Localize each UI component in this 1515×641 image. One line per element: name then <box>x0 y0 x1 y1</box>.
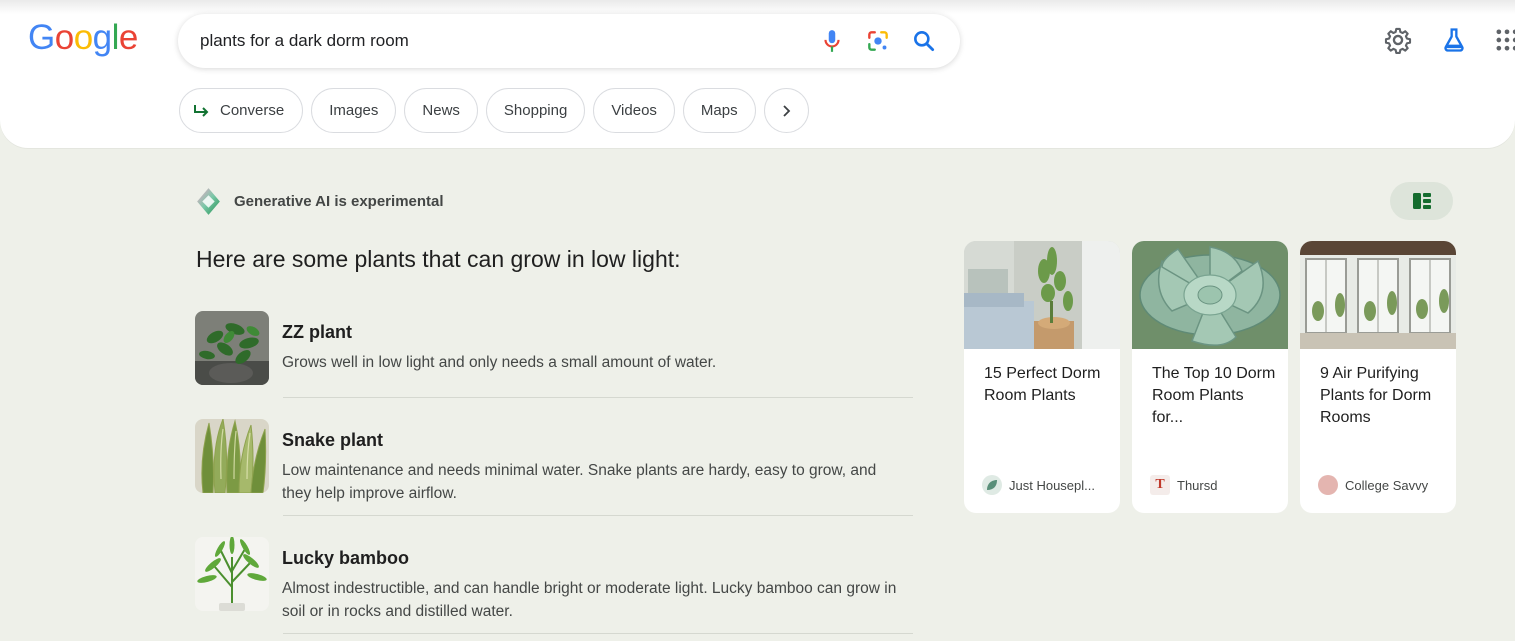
microphone-icon[interactable] <box>819 28 845 54</box>
thursd-favicon-icon: T <box>1150 475 1170 495</box>
chevron-right-icon <box>783 104 791 117</box>
plant-description: Almost indestructible, and can handle br… <box>282 580 897 620</box>
labs-flask-icon[interactable] <box>1440 26 1468 54</box>
ai-experimental-label: Generative AI is experimental <box>234 193 444 210</box>
divider <box>283 397 913 398</box>
plant-name: Lucky bamboo <box>282 548 410 568</box>
header-bar: Google plants for a dark dorm room Conve… <box>0 0 1515 148</box>
layout-toggle-icon <box>1412 193 1431 209</box>
lucky-bamboo-image <box>195 537 269 611</box>
dorm-room-image <box>964 241 1120 349</box>
logo-letter: G <box>28 18 55 57</box>
window-plants-image <box>1300 241 1456 349</box>
logo-letter: l <box>111 18 120 57</box>
layout-toggle-button[interactable] <box>1390 182 1453 220</box>
lens-icon[interactable] <box>865 28 891 54</box>
tab-label: Videos <box>611 102 657 119</box>
ai-experimental-banner: Generative AI is experimental <box>193 186 444 217</box>
search-icon[interactable] <box>911 28 937 54</box>
source-card[interactable]: 15 Perfect Dorm Room Plants Just Housepl… <box>964 241 1120 513</box>
tab-label: Maps <box>700 102 738 119</box>
card-source: College Savvy <box>1318 475 1428 495</box>
tab-news[interactable]: News <box>404 88 478 133</box>
search-input[interactable]: plants for a dark dorm room <box>200 31 409 51</box>
divider <box>283 633 913 634</box>
card-source-name: Thursd <box>1177 477 1218 493</box>
tab-videos[interactable]: Videos <box>593 88 675 133</box>
gear-icon[interactable] <box>1384 26 1412 54</box>
snake-plant-image <box>195 419 269 493</box>
tab-label: Converse <box>220 102 285 119</box>
plant-thumbnail[interactable] <box>195 311 269 385</box>
card-title: 9 Air Purifying Plants for Dorm Rooms <box>1320 365 1432 426</box>
tab-label: Shopping <box>503 102 568 119</box>
tab-label: Images <box>329 102 379 119</box>
tab-images[interactable]: Images <box>311 88 397 133</box>
card-source-name: Just Housepl... <box>1009 477 1095 493</box>
search-box[interactable]: plants for a dark dorm room <box>178 14 960 68</box>
card-title: 15 Perfect Dorm Room Plants <box>984 365 1101 404</box>
generative-ai-icon <box>197 188 220 215</box>
tab-label: News <box>422 102 460 119</box>
plant-name: ZZ plant <box>282 322 352 342</box>
plant-description: Grows well in low light and only needs a… <box>282 354 717 371</box>
converse-arrow-icon <box>194 104 209 117</box>
more-tabs-button[interactable] <box>763 88 809 133</box>
zz-plant-image <box>195 311 269 385</box>
plant-thumbnail[interactable] <box>195 419 269 493</box>
source-card[interactable]: The Top 10 Dorm Room Plants for... T Thu… <box>1132 241 1288 513</box>
divider <box>283 515 913 516</box>
google-logo[interactable]: Google <box>28 18 138 58</box>
ai-overview-heading: Here are some plants that can grow in lo… <box>196 246 681 272</box>
logo-letter: g <box>92 18 112 57</box>
plant-thumbnail[interactable] <box>195 537 269 611</box>
tab-converse[interactable]: Converse <box>179 88 304 133</box>
leaf-favicon-icon <box>982 475 1002 495</box>
succulent-image <box>1132 241 1288 349</box>
plant-description: Low maintenance and needs minimal water.… <box>282 462 877 502</box>
plant-name: Snake plant <box>282 430 384 450</box>
college-savvy-favicon-icon <box>1318 475 1338 495</box>
card-title: The Top 10 Dorm Room Plants for... <box>1152 365 1276 426</box>
header-top-shade <box>0 0 1515 14</box>
tab-shopping[interactable]: Shopping <box>485 88 586 133</box>
apps-grid-icon[interactable] <box>1493 26 1515 54</box>
card-source: T Thursd <box>1150 475 1217 495</box>
source-card[interactable]: 9 Air Purifying Plants for Dorm Rooms Co… <box>1300 241 1456 513</box>
logo-letter: e <box>118 18 138 57</box>
card-source: Just Housepl... <box>982 475 1095 495</box>
logo-letter: o <box>73 18 93 57</box>
card-source-name: College Savvy <box>1345 477 1429 493</box>
logo-letter: o <box>54 18 74 57</box>
search-tabs: Converse Images News Shopping Videos Map… <box>179 88 809 133</box>
tab-maps[interactable]: Maps <box>682 88 756 133</box>
